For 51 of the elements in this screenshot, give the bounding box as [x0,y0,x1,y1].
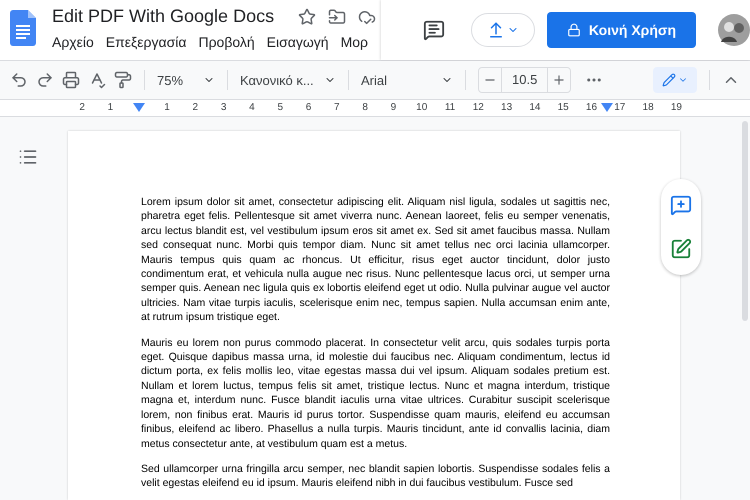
ruler-label: 2 [192,101,198,115]
ruler-label: 13 [501,101,512,115]
ruler-label: 10 [416,101,428,115]
menu-item[interactable]: Αρχείο [52,32,100,52]
ruler-label: 1 [164,101,170,115]
menu-item[interactable]: Προβολή [192,32,261,52]
ruler-label: 12 [472,101,484,115]
style-dropdown[interactable]: Κανονικό κ... [240,72,336,88]
ruler-label: 11 [444,101,456,115]
undo-icon[interactable] [10,71,28,89]
star-icon[interactable] [298,8,316,26]
ruler-label: 4 [249,101,255,115]
ruler-label: 15 [558,101,569,115]
folder-move-icon[interactable] [328,8,346,26]
ruler-label: 14 [529,101,540,115]
indent-marker-icon[interactable] [601,103,613,112]
document-title[interactable]: Edit PDF With Google Docs [52,6,274,27]
redo-icon[interactable] [36,71,54,89]
add-comment-icon[interactable] [670,194,692,216]
ruler-label: 17 [614,101,626,115]
ruler-label: 16 [586,101,598,115]
print-icon[interactable] [62,71,80,89]
paragraph: Lorem ipsum dolor sit amet, consectetur adipiscing elit. Aliquam nisl ligula, sodales ut sagittis nec, pharetra eget felis. Pellentesque sit amet viverra nunc. Aenean laoreet, felis eu semper venenatis, arcu lectus blandit est, vel vestibulum ipsum eros sit amet ex. Sed sit amet faucibus massa. Nullam sed consequat nunc. Morbi quis tempor diam. Nunc sit amet tellus nec orci lacinia ullamcorper. Mauris tempus quis quam ac rhoncus. Ut efficitur, risus eget auctor tincidunt, dolor justo condimentum erat, et vehicula nulla augue nec risus. Nunc pellentesque lacus orci, ut semper urna semper quis. Aenean nec ligula quis ex lobortis eleifend eget ut odio. Nulla pulvinar augue vel auctor ultricies. Nam vitae turpis iaculis, scelerisque enim nec, tempus sapien. Nulla accumsan enim ante, at rutrum ipsum tristique eget. [141,195,610,325]
ruler-label: 3 [220,101,226,115]
ruler-label: 18 [642,101,654,115]
ruler-label: 19 [670,101,682,115]
avatar-icon[interactable] [718,14,750,46]
docs-logo[interactable] [10,10,36,46]
ruler-label: 9 [390,101,396,115]
menu-item[interactable]: Εισαγωγή [260,32,335,52]
editing-mode-button[interactable] [653,67,697,93]
font-dropdown[interactable]: Arial [361,72,453,88]
ruler-label: 2 [79,101,85,115]
ruler-label: 6 [306,101,312,115]
ruler-label: 1 [108,101,114,115]
ruler-label: 5 [277,101,283,115]
lock-icon [566,23,581,37]
zoom-dropdown[interactable]: 75% [157,72,215,88]
share-button[interactable]: Κοινή Χρήση [546,12,696,48]
menu-item[interactable]: Επεξεργασία [100,32,192,52]
paragraph: Mauris eu lorem non purus commodo placerat. In consectetur velit arcu, quis sodales turpis porta eget. Quisque dapibus massa urna, id molestie dui faucibus nec. Aliquam condimentum, lectus id dictum porta, ex felis mollis leo, vitae egestas massa dui vel ipsum. Aliquam sodales pretium est. Nullam et lorem luctus, tempus felis sit amet, tristique lectus. Nunc et magna interdum, tristique magna et, interdum nunc. Fusce blandit iaculis urna vitae ultrices. Curabitur suscipit scelerisque lorem, non finibus erat. Mauris id purus tortor. Suspendisse quam mauris, eleifend eu accumsan finibus, eleifend ac libero. Phasellus a nulla turpis. Mauris tincidunt, ante id convallis lacinia, diam metus consectetur ante, at vestibulum quam est a metus. [141,336,610,451]
comments-icon[interactable] [422,19,445,41]
ruler-label: 7 [334,101,340,115]
pencil-icon [662,73,676,87]
menu-item[interactable]: Μορ [334,32,374,52]
ruler-label: 8 [362,101,368,115]
paragraph: Sed ullamcorper urna fringilla arcu semper, nec blandit sapien lobortis. Suspendisse sodales felis a velit egestas eleifend eu id ipsum. Mauris eleifend nibh in dui faucibus vestibulum. Fusce sed [141,462,610,491]
paint-format-icon[interactable] [114,71,132,89]
suggest-edit-icon[interactable] [670,238,692,260]
indent-marker-icon[interactable] [133,103,145,112]
present-button[interactable] [470,13,535,47]
